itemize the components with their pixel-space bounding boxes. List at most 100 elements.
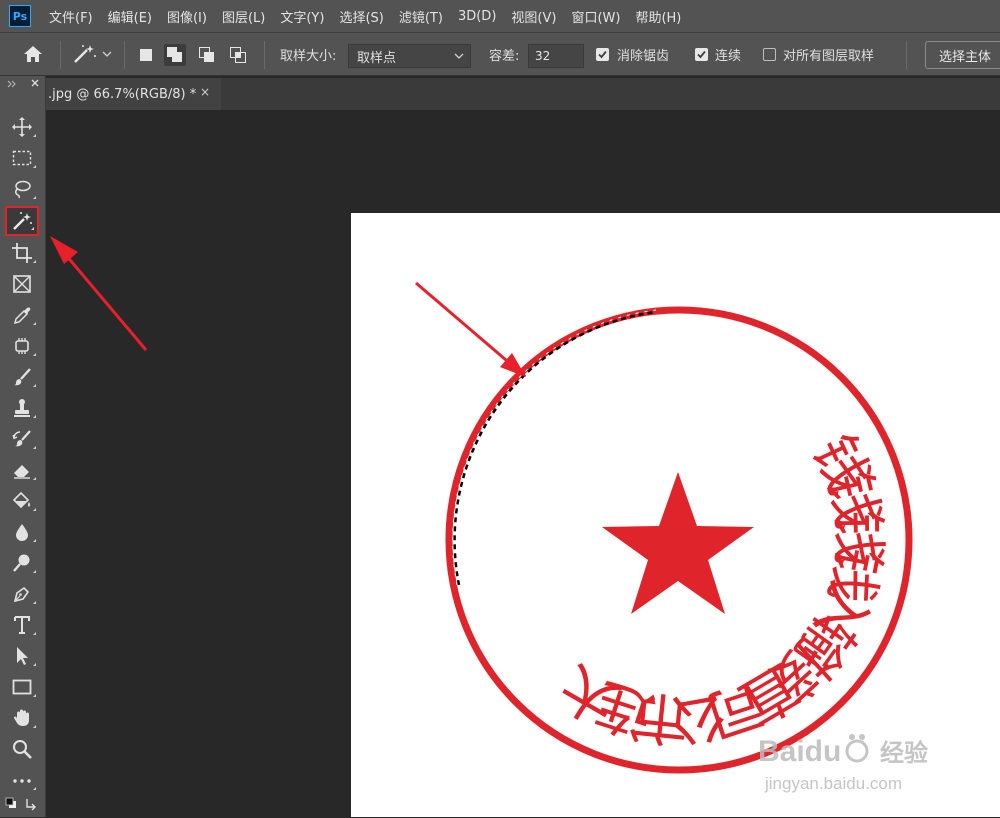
anti-alias-checkbox[interactable] (596, 48, 609, 61)
paint-bucket-icon (12, 491, 30, 509)
menu-type[interactable]: 文字(Y) (280, 7, 324, 26)
marquee-tool[interactable] (5, 144, 39, 172)
add-selection-icon (167, 47, 182, 62)
more-icon (13, 779, 31, 783)
menu-file[interactable]: 文件(F) (49, 7, 93, 26)
watermark-url: jingyan.baidu.com (764, 774, 902, 793)
seal-star (602, 472, 754, 614)
eyedropper-icon (13, 307, 31, 325)
new-selection-icon (140, 49, 152, 61)
menu-filter[interactable]: 滤镜(T) (399, 7, 443, 26)
type-tool[interactable] (5, 611, 39, 639)
lasso-tool[interactable] (5, 175, 39, 203)
dodge-icon (13, 554, 30, 572)
path-selection-tool[interactable] (5, 642, 39, 670)
swap-colors-icon (26, 799, 36, 811)
crop-icon (12, 243, 32, 263)
magic-wand-tool[interactable] (5, 206, 39, 236)
zoom-tool[interactable] (5, 735, 39, 763)
close-icon (31, 79, 39, 87)
contiguous-checkbox[interactable] (695, 48, 708, 61)
menu-select[interactable]: 选择(S) (339, 7, 383, 26)
color-swatches[interactable] (2, 790, 42, 818)
magic-wand-icon (74, 45, 96, 63)
tool-preset-picker[interactable] (72, 33, 112, 75)
menu-bar: Ps 文件(F) 编辑(E) 图像(I) 图层(L) 文字(Y) 选择(S) 滤… (0, 0, 1000, 32)
select-subject-button[interactable]: 选择主体 (925, 41, 1000, 69)
pen-icon (13, 586, 30, 603)
paw-icon (845, 734, 869, 763)
eraser-icon (14, 465, 30, 479)
hand-icon (14, 709, 29, 726)
intersect-selection-button[interactable] (227, 44, 249, 66)
zoom-icon (13, 740, 32, 759)
move-icon (12, 117, 32, 137)
menu-image[interactable]: 图像(I) (167, 7, 207, 26)
pen-tool[interactable] (5, 580, 39, 608)
add-to-selection-button[interactable] (164, 44, 186, 66)
chevron-down-icon (102, 51, 112, 57)
options-bar: 取样大小: 取样点 容差: 消除锯齿 连续 对所有图层取样 选择主体 (0, 32, 1000, 76)
stamp-tool[interactable] (5, 394, 39, 422)
menu-view[interactable]: 视图(V) (511, 7, 556, 26)
crop-tool[interactable] (5, 239, 39, 267)
water-drop-icon (16, 524, 28, 541)
eraser-tool[interactable] (5, 456, 39, 484)
paint-bucket-tool[interactable] (5, 487, 39, 515)
stamp-icon (14, 399, 30, 417)
checkmark-icon (697, 50, 706, 59)
toolbar-header (7, 79, 39, 88)
menu-help[interactable]: 帮助(H) (635, 7, 681, 26)
checkmark-icon (598, 50, 607, 59)
healing-tool[interactable] (5, 332, 39, 360)
lasso-icon (14, 180, 31, 199)
home-icon (24, 46, 42, 62)
tab-strip (221, 78, 1000, 110)
move-tool[interactable] (5, 113, 39, 141)
watermark-brand-cn: 经验 (880, 739, 928, 767)
color-swatch-icon (5, 797, 36, 811)
type-icon (14, 616, 30, 634)
history-brush-icon (12, 430, 31, 447)
history-brush-tool[interactable] (5, 425, 39, 453)
tolerance-label: 容差: (489, 48, 520, 64)
frame-icon (13, 275, 31, 293)
hand-tool[interactable] (5, 704, 39, 732)
blur-tool[interactable] (5, 518, 39, 546)
sample-all-layers-label: 对所有图层取样 (783, 48, 875, 64)
rect-marquee-icon (12, 150, 32, 166)
anti-alias-label: 消除锯齿 (617, 48, 670, 64)
tools-panel (0, 76, 46, 817)
close-tab-button[interactable]: × (200, 85, 210, 99)
document-tab-title: .jpg @ 66.7%(RGB/8) * (48, 86, 197, 102)
menu-edit[interactable]: 编辑(E) (108, 7, 152, 26)
brush-tool[interactable] (5, 363, 39, 391)
subtract-selection-icon (199, 47, 214, 62)
watermark-brand: Baidu (758, 735, 841, 768)
tolerance-input[interactable] (528, 44, 584, 68)
collapse-icon (7, 80, 16, 88)
rectangle-tool[interactable] (5, 673, 39, 701)
frame-tool[interactable] (5, 270, 39, 298)
chevron-down-icon (454, 53, 464, 59)
subtract-from-selection-button[interactable] (196, 44, 218, 66)
menu-3d[interactable]: 3D(D) (458, 9, 496, 24)
bandage-icon (15, 338, 29, 354)
document-tab[interactable]: .jpg @ 66.7%(RGB/8) * × (46, 78, 221, 110)
brush-icon (14, 368, 31, 386)
sample-size-select[interactable]: 取样点 (348, 44, 471, 68)
magic-wand-icon (13, 212, 32, 230)
photoshop-logo: Ps (9, 5, 31, 27)
menu-window[interactable]: 窗口(W) (571, 7, 620, 26)
sample-all-layers-checkbox[interactable] (763, 48, 776, 61)
rectangle-icon (12, 679, 32, 695)
eyedropper-tool[interactable] (5, 301, 39, 329)
sample-size-label: 取样大小: (280, 48, 337, 64)
dodge-tool[interactable] (5, 549, 39, 577)
new-selection-button[interactable] (135, 44, 157, 66)
menu-layer[interactable]: 图层(L) (222, 7, 265, 26)
home-button[interactable] (22, 33, 44, 75)
intersect-selection-icon (230, 47, 246, 63)
baidu-jingyan-watermark: Baidu 经验 jingyan.baidu.com (758, 734, 928, 793)
path-selection-icon (17, 647, 28, 665)
